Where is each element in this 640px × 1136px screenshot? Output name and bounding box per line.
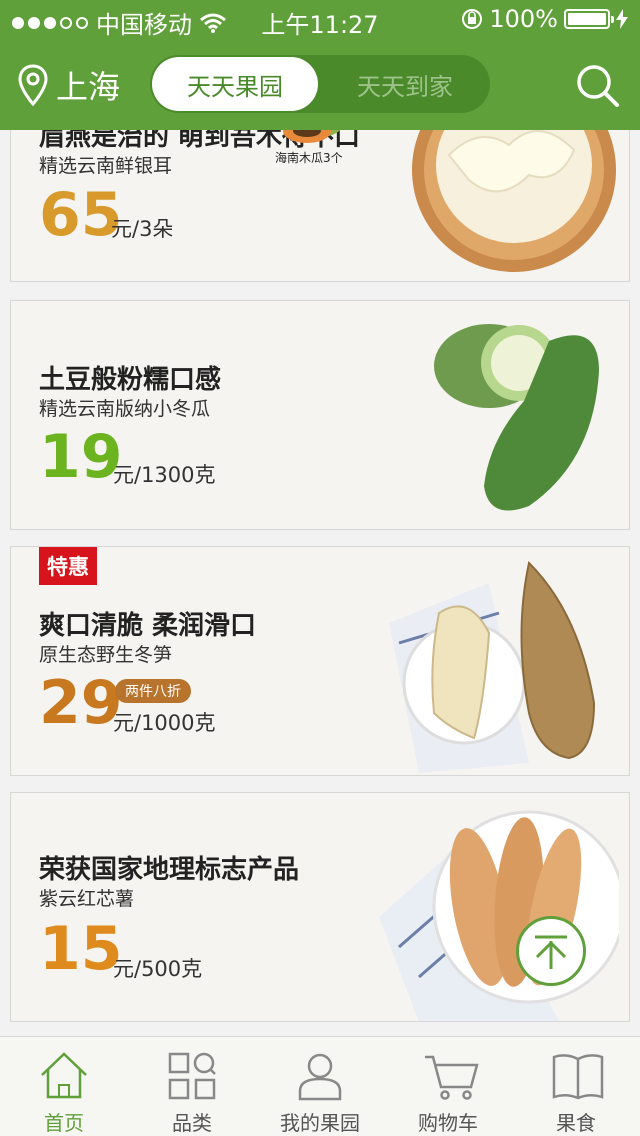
product-unit: 元/1000克 bbox=[113, 711, 216, 735]
product-unit: 元/1300克 bbox=[113, 463, 216, 487]
store-tabs: 天天果园 天天到家 bbox=[150, 55, 490, 113]
battery-percent: 100% bbox=[489, 5, 558, 33]
wax-gourd-product-image bbox=[434, 324, 599, 511]
orientation-lock-icon bbox=[462, 9, 483, 29]
tab-tiantian-daojia[interactable]: 天天到家 bbox=[322, 57, 488, 111]
top-bar: 中国移动 上午11:27 100% 上海 天天果园 天天到家 bbox=[0, 0, 640, 130]
sweet-potato-product-image bbox=[379, 810, 619, 1021]
arrow-up-icon bbox=[535, 935, 567, 969]
nav-item-home[interactable]: 首页 bbox=[0, 1037, 128, 1136]
battery-icon bbox=[564, 9, 614, 29]
product-feed[interactable]: 眉燕是治的 萌到吾木得不口 精选云南鲜银耳 65 元/3朵 送 海南木瓜3个 土… bbox=[0, 130, 640, 1036]
city-label: 上海 bbox=[56, 68, 121, 106]
product-card-winter-bamboo[interactable]: 特惠 爽口清脆 柔润滑口 原生态野生冬笋 29 两件八折 元/1000克 bbox=[10, 546, 630, 776]
gift-label: 海南木瓜3个 bbox=[275, 151, 343, 165]
product-price: 65 bbox=[39, 180, 123, 250]
product-price: 19 bbox=[39, 422, 123, 492]
nav-label: 首页 bbox=[44, 1111, 84, 1135]
product-price: 15 bbox=[39, 914, 123, 984]
nav-label: 品类 bbox=[172, 1111, 212, 1135]
nav-label: 果食 bbox=[556, 1111, 596, 1135]
location-pin-icon bbox=[18, 64, 48, 106]
product-subtitle: 精选云南鲜银耳 bbox=[39, 155, 173, 177]
product-unit: 元/3朵 bbox=[111, 217, 174, 241]
status-bar: 中国移动 上午11:27 100% bbox=[0, 0, 640, 40]
home-icon bbox=[41, 1052, 87, 1099]
product-subtitle: 原生态野生冬笋 bbox=[39, 644, 173, 666]
tremella-product-image bbox=[412, 130, 616, 272]
nav-label: 我的果园 bbox=[280, 1111, 360, 1135]
product-price: 29 bbox=[39, 668, 123, 738]
product-subtitle: 紫云红芯薯 bbox=[39, 888, 135, 910]
search-icon[interactable] bbox=[574, 62, 620, 108]
product-card-sweet-potato[interactable]: 荣获国家地理标志产品 紫云红芯薯 15 元/500克 bbox=[10, 792, 630, 1022]
bamboo-shoot-product-image bbox=[389, 560, 596, 773]
nav-label: 购物车 bbox=[418, 1111, 478, 1135]
app-header: 上海 天天果园 天天到家 bbox=[0, 40, 640, 130]
product-title: 土豆般粉糯口感 bbox=[39, 365, 222, 395]
nav-item-my-orchard[interactable]: 我的果园 bbox=[256, 1037, 384, 1136]
tab-tiantian-guoyuan[interactable]: 天天果园 bbox=[152, 57, 318, 111]
product-subtitle: 精选云南版纳小冬瓜 bbox=[39, 398, 211, 420]
city-selector[interactable]: 上海 bbox=[18, 62, 120, 108]
gift-promo: 送 海南木瓜3个 bbox=[275, 130, 369, 169]
nav-item-recipes[interactable]: 果食 bbox=[512, 1037, 640, 1136]
nav-item-cart[interactable]: 购物车 bbox=[384, 1037, 512, 1136]
charging-icon bbox=[616, 9, 628, 29]
category-icon bbox=[168, 1052, 216, 1100]
product-card-wax-gourd[interactable]: 土豆般粉糯口感 精选云南版纳小冬瓜 19 元/1300克 bbox=[10, 300, 630, 530]
discount-badge: 两件八折 bbox=[115, 679, 191, 703]
product-title: 荣获国家地理标志产品 bbox=[39, 855, 300, 885]
book-icon bbox=[552, 1054, 604, 1100]
cart-icon bbox=[425, 1055, 479, 1100]
product-unit: 元/500克 bbox=[113, 957, 203, 981]
product-card-tremella[interactable]: 眉燕是治的 萌到吾木得不口 精选云南鲜银耳 65 元/3朵 送 海南木瓜3个 bbox=[10, 130, 630, 282]
back-to-top-button[interactable] bbox=[516, 916, 586, 986]
bottom-tab-bar: 首页 品类 我的果园 购物车 果食 bbox=[0, 1036, 640, 1136]
special-offer-badge: 特惠 bbox=[39, 547, 97, 585]
nav-item-category[interactable]: 品类 bbox=[128, 1037, 256, 1136]
product-title: 爽口清脆 柔润滑口 bbox=[39, 611, 257, 641]
user-icon bbox=[298, 1053, 342, 1101]
